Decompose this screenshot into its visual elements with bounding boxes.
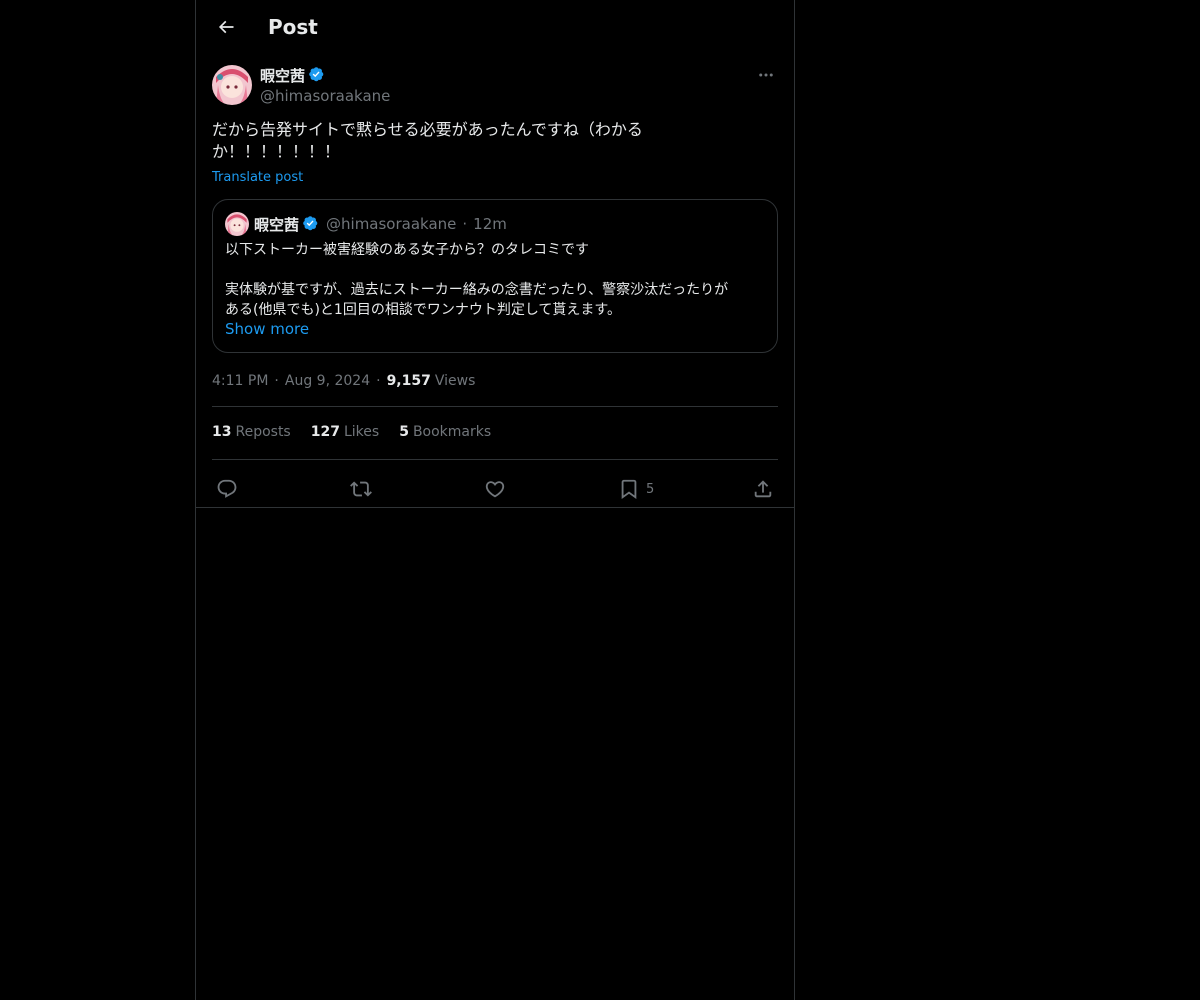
- quote-timestamp: 12m: [473, 215, 507, 233]
- quote-body: 以下ストーカー被害経験のある女子から？のタレコミです 実体験が基ですが、過去にス…: [225, 240, 769, 320]
- reposts-label: Reposts: [235, 424, 291, 440]
- avatar[interactable]: [212, 65, 252, 105]
- divider: [212, 406, 778, 407]
- bookmarks-label: Bookmarks: [412, 424, 492, 440]
- likes-count: 127: [310, 424, 340, 440]
- more-options-button[interactable]: [754, 64, 778, 86]
- arrow-left-icon: [218, 20, 234, 34]
- likes-label: Likes: [343, 424, 380, 440]
- separator-dot: ·: [462, 215, 468, 233]
- verified-badge-icon: [302, 215, 320, 233]
- bookmarks-stat[interactable]: 5 Bookmarks: [399, 422, 491, 442]
- share-button[interactable]: [752, 470, 774, 508]
- separator-dot: ·: [274, 373, 279, 389]
- main-column: Post 暇空茜 @himasoraakane だから告発サイトで黙らせる必要が…: [195, 0, 795, 1000]
- divider: [212, 459, 778, 460]
- reposts-stat[interactable]: 13 Reposts: [212, 422, 291, 442]
- quote-line: 実体験が基ですが、過去にストーカー絡みの念書だったり、警察沙汰だったりが: [225, 282, 729, 298]
- more-dots-icon: [759, 73, 773, 77]
- quote-avatar: [225, 212, 249, 236]
- reply-button[interactable]: [216, 470, 238, 508]
- author-name[interactable]: 暇空茜: [260, 65, 305, 86]
- like-button[interactable]: [484, 470, 506, 508]
- bookmark-button[interactable]: 5: [618, 470, 654, 508]
- author-handle[interactable]: @himasoraakane: [260, 86, 390, 106]
- bookmark-count: 5: [646, 481, 655, 497]
- post-date[interactable]: Aug 9, 2024: [285, 371, 370, 391]
- views-label: Views: [434, 373, 476, 389]
- avatar-image: [212, 65, 252, 105]
- quote-header: 暇空茜 @himasoraakane · 12m: [225, 212, 507, 236]
- quote-author-name: 暇空茜: [254, 215, 300, 234]
- post-text: だから告発サイトで黙らせる必要があったんですね（わかる か！！！！！！！: [212, 120, 643, 161]
- action-bar: 5: [212, 470, 778, 508]
- quote-author-handle: @himasoraakane: [326, 215, 457, 233]
- repost-icon: [350, 481, 372, 497]
- post-stats: 13 Reposts 127 Likes 5 Bookmarks: [212, 422, 511, 442]
- post-bottom-border: [196, 507, 794, 508]
- reply-icon: [217, 479, 237, 498]
- heart-icon: [485, 481, 505, 498]
- separator-dot: ·: [376, 373, 381, 389]
- bookmarks-count: 5: [399, 424, 409, 440]
- quote-line: 以下ストーカー被害経験のある女子から？のタレコミです: [225, 242, 589, 258]
- bookmark-icon: [621, 479, 637, 500]
- show-more-link[interactable]: Show more: [225, 320, 309, 338]
- verified-badge-icon: [308, 66, 326, 84]
- back-button[interactable]: [208, 9, 244, 45]
- author-info: 暇空茜 @himasoraakane: [260, 64, 390, 106]
- translate-post-link[interactable]: Translate post: [212, 170, 303, 185]
- post-meta: 4:11 PM · Aug 9, 2024 · 9,157 Views: [212, 371, 475, 391]
- quoted-post[interactable]: 暇空茜 @himasoraakane · 12m 以下ストーカー被害経験のある女…: [212, 199, 778, 353]
- share-icon: [754, 480, 772, 498]
- repost-button[interactable]: [350, 470, 372, 508]
- reposts-count: 13: [212, 424, 232, 440]
- quote-line: ある(他県でも)と1回目の相談でワンナウト判定して貰えます。: [225, 302, 622, 318]
- top-bar: Post: [196, 0, 794, 54]
- views-count: 9,157: [386, 373, 431, 389]
- likes-stat[interactable]: 127 Likes: [311, 422, 379, 442]
- page-title: Post: [268, 15, 318, 39]
- post-time[interactable]: 4:11 PM: [212, 371, 268, 391]
